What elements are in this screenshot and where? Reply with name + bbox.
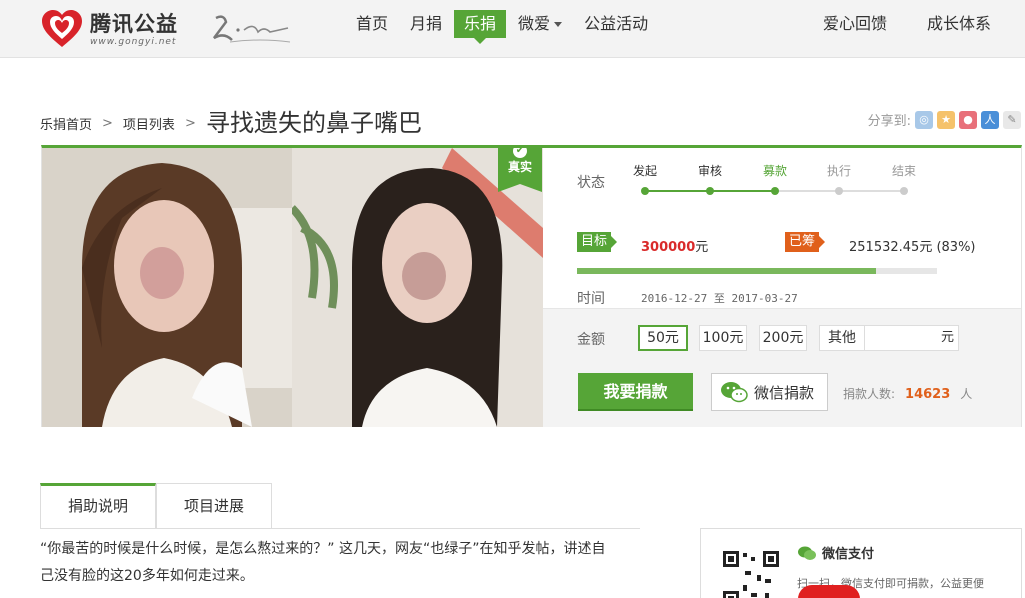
portrait-left-image [42, 148, 292, 427]
wechat-pay-title: 微信支付 [797, 543, 874, 562]
status-label: 状态 [577, 175, 605, 191]
heart-logo-icon [42, 10, 82, 47]
target-value: 300000 [641, 240, 696, 255]
breadcrumb-separator: > [184, 116, 196, 131]
progress-fill [577, 268, 876, 274]
raised-amount: 251532.45元 (83%) [849, 236, 976, 255]
time-label: 时间 [577, 291, 605, 307]
amount-other-button[interactable]: 其他 [819, 325, 865, 351]
qq-icon[interactable]: ★ [937, 110, 955, 129]
weibo-icon[interactable]: ● [959, 110, 977, 129]
nav-love-return[interactable]: 爱心回馈 [813, 10, 897, 38]
step-label: 发起 [632, 164, 657, 178]
amount-option-50[interactable]: 50元 [638, 325, 688, 351]
top-nav-bar: 腾讯公益 www.gongyi.net 首页 月捐 乐捐 微爱 公益活动 爱心回… [0, 0, 1025, 58]
verified-label: 真实 [507, 160, 532, 174]
tab-description[interactable]: 捐助说明 [40, 483, 156, 528]
target-amount: 300000元 [641, 236, 708, 255]
breadcrumb-home[interactable]: 乐捐首页 [40, 114, 92, 133]
donors-label: 捐款人数: [843, 387, 896, 401]
logo-title: 腾讯公益 [90, 12, 178, 36]
donors-unit: 人 [960, 387, 973, 401]
wechat-donate-button[interactable]: 微信捐款 [711, 373, 828, 411]
raised-unit: 元 [919, 240, 933, 255]
slogan-calligraphy [210, 12, 294, 46]
step-dot [835, 187, 843, 195]
wechat-icon [721, 382, 748, 403]
time-to: 至 [713, 292, 725, 305]
kaixin-icon[interactable]: ✎ [1003, 110, 1021, 129]
end-date: 2017-03-27 [731, 292, 798, 305]
wechat-pay-box: 微信支付 扫一扫，微信支付即可捐款，公益更便 [700, 528, 1022, 598]
project-card: ✔ 真实 状态 发起 审核 募款 执行 结束 目标 300000元 已筹 251… [41, 145, 1022, 427]
chevron-down-icon [554, 22, 563, 27]
nav-growth[interactable]: 成长体系 [917, 10, 1001, 38]
donors-count: 14623 [905, 387, 951, 402]
nav-activities[interactable]: 公益活动 [574, 10, 658, 38]
raised-percent: (83%) [936, 240, 976, 255]
breadcrumb-list[interactable]: 项目列表 [123, 114, 175, 133]
step-dot [900, 187, 908, 195]
tabs-divider [40, 528, 640, 529]
step-label: 募款 [762, 164, 787, 178]
description-line: 己没有脸的这20多年如何走过来。 [40, 568, 254, 584]
wechat-donate-label: 微信捐款 [754, 383, 815, 402]
raised-tag: 已筹 [785, 232, 826, 252]
step-label: 结束 [891, 164, 916, 178]
project-photo: ✔ 真实 [42, 148, 543, 427]
qr-code-image[interactable] [721, 549, 781, 598]
target-unit: 元 [695, 240, 709, 255]
nav-monthly[interactable]: 月捐 [400, 10, 452, 38]
description-text: “你最苦的时候是什么时候，是怎么熬过来的？” 这几天，网友“也绿子”在知乎发帖，… [40, 536, 640, 590]
amount-other-input[interactable]: 元 [865, 325, 959, 351]
photo-left [42, 148, 292, 427]
description-line: “你最苦的时候是什么时候，是怎么熬过来的？” 这几天，网友“也绿子”在知乎发帖，… [40, 541, 606, 557]
step-dot [706, 187, 714, 195]
nav-home[interactable]: 首页 [346, 10, 398, 38]
slogan-image [213, 15, 291, 43]
wechat-icon [798, 546, 816, 560]
renren-icon[interactable]: 人 [981, 110, 999, 129]
step-dot [641, 187, 649, 195]
donate-button[interactable]: 我要捐款 [578, 373, 693, 411]
page-title: 寻找遗失的鼻子嘴巴 [206, 109, 422, 137]
step-dot [771, 187, 779, 195]
step-label: 审核 [697, 164, 722, 178]
amount-option-200[interactable]: 200元 [759, 325, 807, 351]
qzone-icon[interactable]: ◎ [915, 110, 933, 129]
main-nav: 首页 月捐 乐捐 微爱 公益活动 [346, 10, 660, 44]
raised-value: 251532.45 [849, 240, 920, 255]
wechat-pay-title-text: 微信支付 [822, 547, 875, 562]
share-bar: 分享到: ◎ ★ ● 人 ✎ [868, 110, 1021, 129]
project-info: 状态 发起 审核 募款 执行 结束 目标 300000元 已筹 251532.4… [543, 148, 1021, 427]
donors-info: 捐款人数: 14623 人 [843, 385, 972, 402]
tab-progress[interactable]: 项目进展 [156, 483, 272, 528]
progress-bar [577, 268, 937, 274]
check-icon: ✔ [513, 148, 527, 158]
start-date: 2016-12-27 [641, 292, 708, 305]
nav-lejuan[interactable]: 乐捐 [454, 10, 507, 44]
nav-right: 爱心回馈 成长体系 [795, 10, 1003, 38]
floating-red-tab[interactable] [798, 585, 860, 598]
content-tabs: 捐助说明 项目进展 [40, 483, 272, 528]
verified-badge: ✔ 真实 [498, 148, 542, 192]
time-range: 2016-12-27 至 2017-03-27 [641, 290, 798, 306]
breadcrumb-separator: > [102, 116, 113, 131]
logo-url: www.gongyi.net [90, 37, 177, 47]
donate-panel: 金额 50元 100元 200元 其他 元 我要捐款 微信捐款 捐款人数: 146… [543, 308, 1021, 427]
amount-label: 金额 [577, 332, 605, 348]
nav-weiai[interactable]: 微爱 [508, 10, 572, 38]
step-label: 执行 [826, 164, 851, 178]
nav-weiai-label: 微爱 [518, 14, 551, 33]
tencent-gongyi-logo[interactable]: 腾讯公益 www.gongyi.net [40, 9, 178, 49]
target-tag: 目标 [577, 232, 618, 252]
share-label: 分享到: [867, 114, 911, 129]
amount-option-100[interactable]: 100元 [699, 325, 747, 351]
breadcrumb: 乐捐首页 > 项目列表 > [40, 114, 206, 133]
